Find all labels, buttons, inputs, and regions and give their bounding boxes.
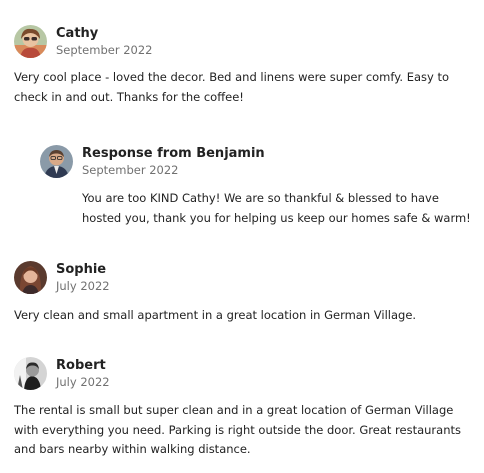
host-response: Response from Benjamin September 2022 Yo… (40, 144, 472, 228)
avatar[interactable] (40, 144, 73, 178)
avatar-photo-benjamin (40, 144, 73, 178)
review-text: The rental is small but super clean and … (14, 403, 461, 457)
avatar-photo-sophie (14, 260, 47, 294)
review-item: Cathy September 2022 Very cool place - l… (14, 24, 472, 107)
response-text: You are too KIND Cathy! We are so thankf… (82, 191, 471, 225)
review-header: Robert July 2022 (14, 356, 472, 390)
avatar-photo-cathy (14, 24, 47, 58)
avatar-photo-robert (14, 356, 47, 390)
review-item: Sophie July 2022 Very clean and small ap… (14, 260, 472, 326)
reviewer-name: Sophie (56, 261, 107, 277)
reviewer-name: Cathy (56, 25, 99, 41)
avatar[interactable] (14, 24, 47, 58)
review-text: Very cool place - loved the decor. Bed a… (14, 70, 450, 104)
review-text: Very clean and small apartment in a grea… (14, 308, 417, 322)
review-header: Sophie July 2022 (14, 260, 472, 294)
avatar[interactable] (14, 260, 47, 294)
response-date: September 2022 (82, 162, 179, 177)
response-title: Response from Benjamin (82, 145, 265, 161)
review-date: July 2022 (56, 278, 110, 293)
avatar[interactable] (14, 356, 47, 390)
reviewer-name: Robert (56, 357, 106, 373)
review-date: September 2022 (56, 42, 153, 57)
review-date: July 2022 (56, 374, 110, 389)
response-header: Response from Benjamin September 2022 (40, 144, 472, 178)
review-header: Cathy September 2022 (14, 24, 472, 58)
review-item: Robert July 2022 The rental is small but… (14, 356, 472, 460)
